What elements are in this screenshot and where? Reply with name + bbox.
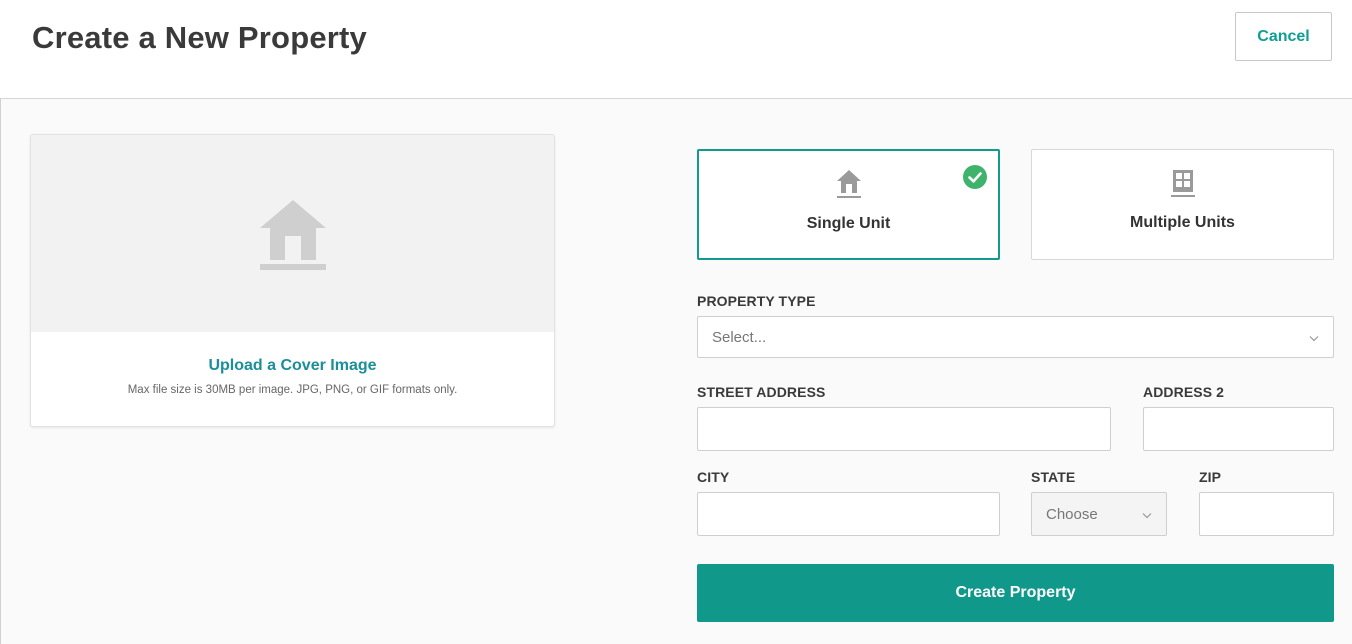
- upload-size-note: Max file size is 30MB per image. JPG, PN…: [127, 384, 458, 396]
- cover-image-upload[interactable]: Upload a Cover Image Max file size is 30…: [30, 134, 555, 427]
- property-type-placeholder: Select...: [712, 328, 767, 346]
- address2-input[interactable]: [1143, 407, 1334, 451]
- address2-label: ADDRESS 2: [1143, 384, 1225, 400]
- zip-label: ZIP: [1199, 469, 1222, 485]
- city-input[interactable]: [697, 492, 1000, 536]
- street-address-label: STREET ADDRESS: [697, 384, 826, 400]
- chevron-down-icon: [1309, 329, 1319, 346]
- page-header: Create a New Property Cancel: [0, 0, 1352, 99]
- property-type-select[interactable]: Select...: [697, 316, 1334, 358]
- check-circle-icon: [963, 165, 987, 194]
- multiple-units-label: Multiple Units: [1130, 214, 1235, 231]
- cover-image-preview: [31, 135, 554, 332]
- zip-input[interactable]: [1199, 492, 1334, 536]
- create-property-button[interactable]: Create Property: [697, 564, 1334, 622]
- cancel-button[interactable]: Cancel: [1235, 12, 1332, 61]
- house-icon: [836, 169, 862, 204]
- single-unit-label: Single Unit: [806, 215, 891, 232]
- single-unit-option[interactable]: Single Unit: [697, 149, 1000, 260]
- state-select[interactable]: Choose: [1031, 492, 1167, 536]
- state-placeholder: Choose: [1046, 505, 1098, 523]
- house-icon: [258, 198, 328, 275]
- page-title: Create a New Property: [32, 20, 367, 55]
- upload-cover-image-link[interactable]: Upload a Cover Image: [31, 357, 554, 375]
- street-address-input[interactable]: [697, 407, 1111, 451]
- building-icon: [1170, 168, 1196, 203]
- property-type-label: PROPERTY TYPE: [697, 293, 816, 309]
- city-label: CITY: [697, 469, 730, 485]
- state-label: STATE: [1031, 469, 1076, 485]
- multiple-units-option[interactable]: Multiple Units: [1031, 149, 1334, 260]
- chevron-down-icon: [1142, 506, 1152, 523]
